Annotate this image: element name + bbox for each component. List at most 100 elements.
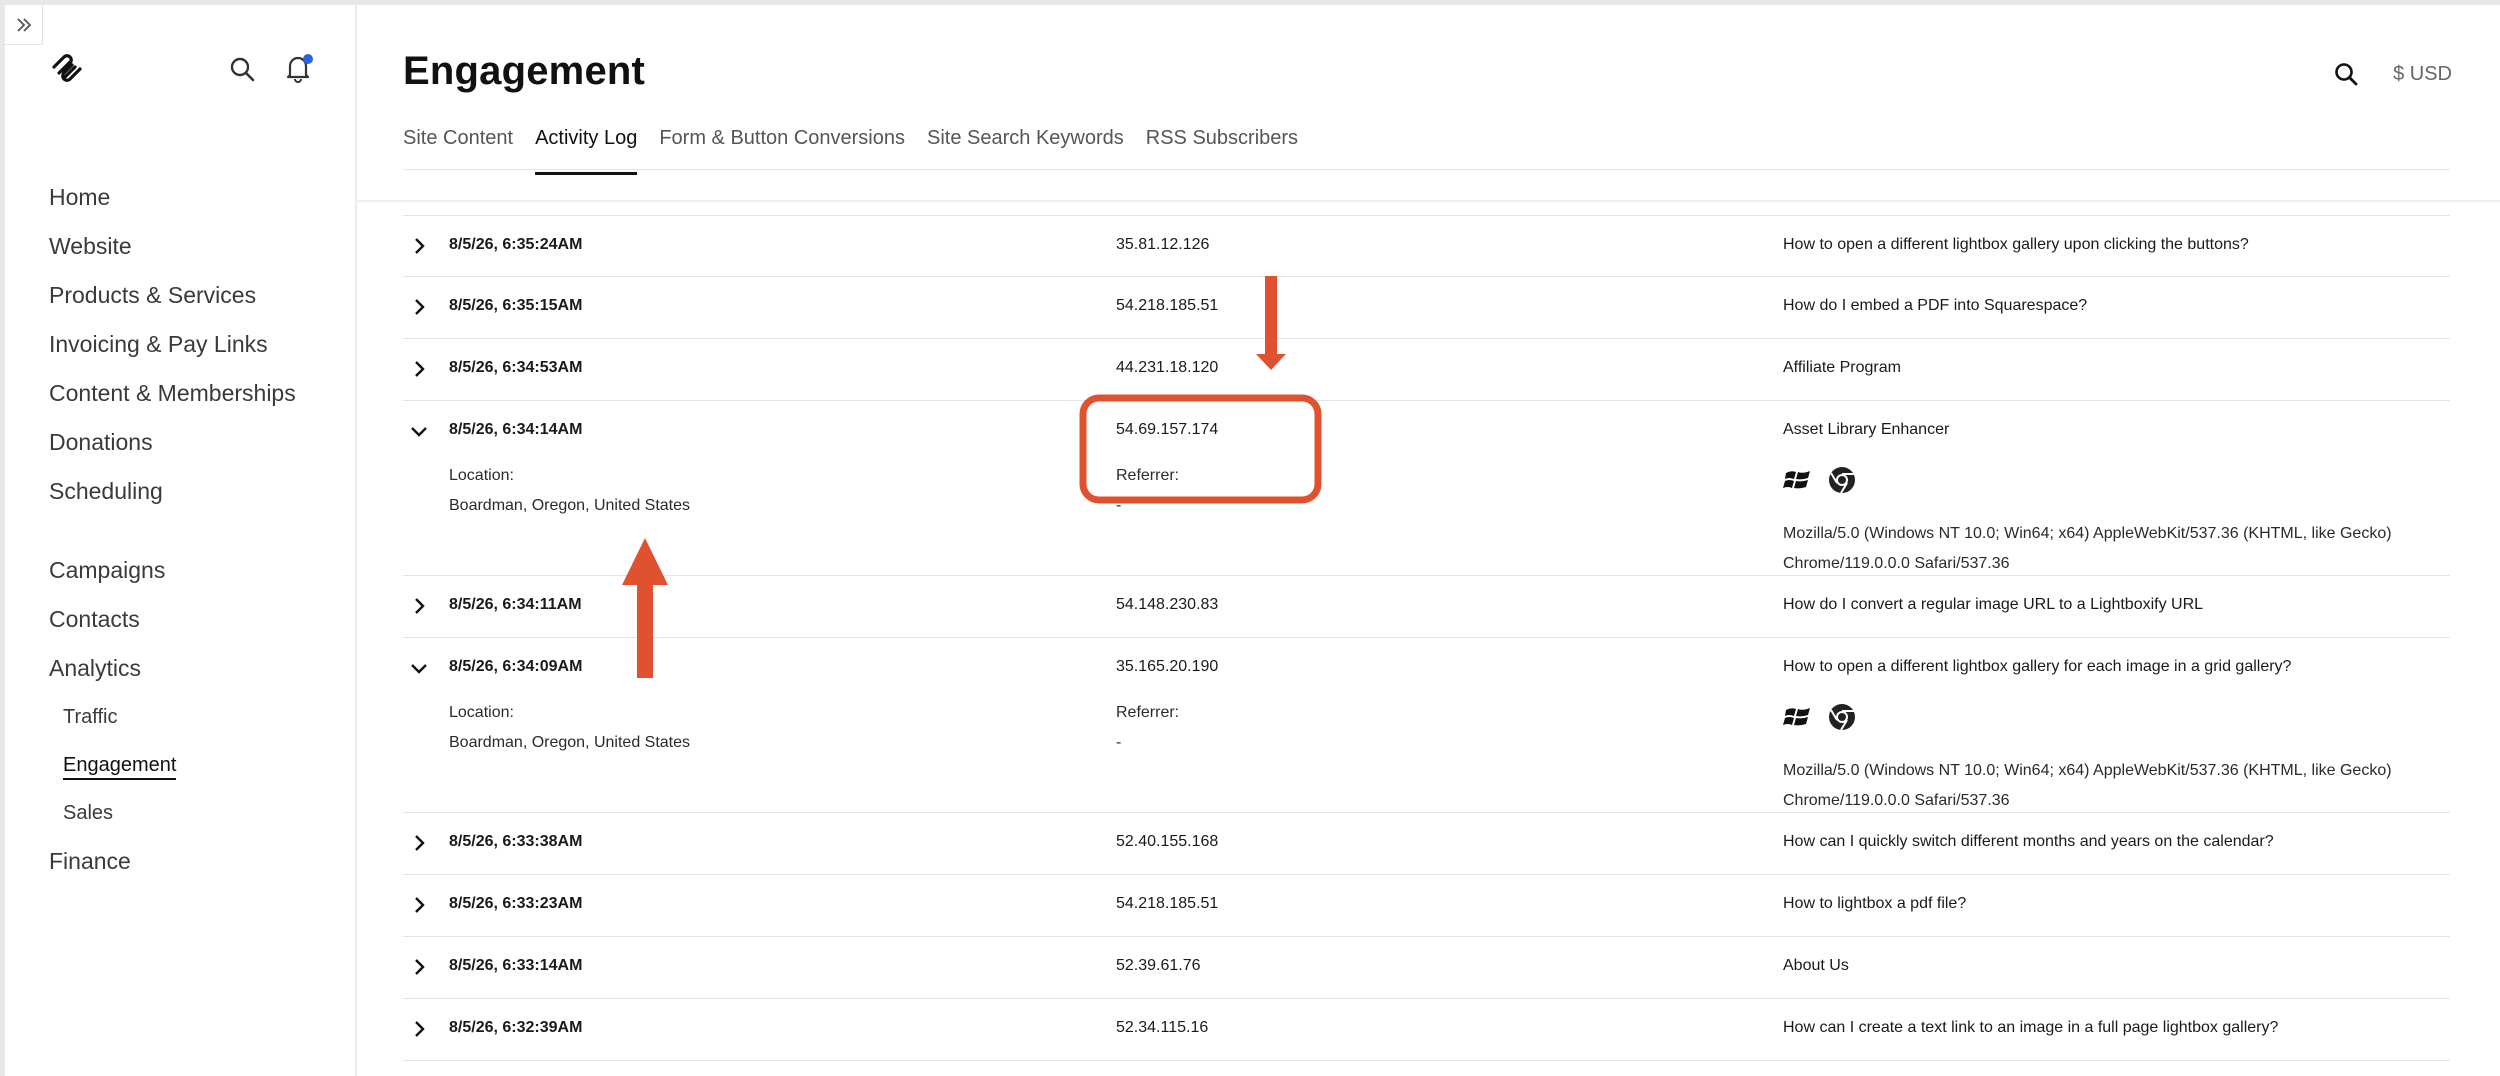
search-icon[interactable] xyxy=(227,54,257,84)
row-timestamp: 8/5/26, 6:33:14AM xyxy=(449,957,583,974)
row-page-title: How to open a different lightbox gallery… xyxy=(1783,658,2292,675)
table-row[interactable]: 8/5/26, 6:33:38AM 52.40.155.168 How can I … xyxy=(403,813,2450,875)
tab-site-search-keywords[interactable]: Site Search Keywords xyxy=(927,120,1124,175)
referrer-label: Referrer: xyxy=(1116,467,1180,484)
sidebar-item-home[interactable]: Home xyxy=(49,177,296,226)
chevron-right-icon[interactable] xyxy=(409,833,429,853)
tab-rss-subscribers[interactable]: RSS Subscribers xyxy=(1146,120,1298,175)
referrer-value: - xyxy=(1116,497,1122,514)
referrer-label: Referrer: xyxy=(1116,704,1180,721)
referrer-value: - xyxy=(1116,734,1122,751)
row-ip-address: 54.148.230.83 xyxy=(1116,596,1219,613)
chevron-right-icon[interactable] xyxy=(409,297,429,317)
sidebar-subitem-engagement[interactable]: Engagement xyxy=(49,745,296,793)
table-row[interactable]: 8/5/26, 6:34:14AM 54.69.157.174 Asset Libr… xyxy=(403,401,2450,576)
row-timestamp: 8/5/26, 6:33:23AM xyxy=(449,895,583,912)
row-timestamp: 8/5/26, 6:34:11AM xyxy=(449,596,582,613)
platform-icons xyxy=(1783,465,1857,495)
row-ip-address: 35.81.12.126 xyxy=(1116,236,1210,253)
notification-dot xyxy=(303,54,313,64)
sidebar-expand-button[interactable] xyxy=(5,5,43,45)
currency-selector[interactable]: $ USD xyxy=(2393,63,2452,86)
row-page-title: How to lightbox a pdf file? xyxy=(1783,895,1967,912)
sidebar-item-finance[interactable]: Finance xyxy=(49,841,296,890)
table-row[interactable]: 8/5/26, 6:35:15AM 54.218.185.51 How do I e… xyxy=(403,277,2450,339)
sidebar-item-campaigns[interactable]: Campaigns xyxy=(49,550,296,599)
windows-icon xyxy=(1783,471,1810,489)
user-agent-string: Mozilla/5.0 (Windows NT 10.0; Win64; x64… xyxy=(1783,525,2392,572)
sidebar-item-contacts[interactable]: Contacts xyxy=(49,599,296,648)
chevron-down-icon[interactable] xyxy=(409,658,429,678)
table-row[interactable]: 8/5/26, 6:34:09AM 35.165.20.190 How to ope… xyxy=(403,638,2450,813)
sidebar-subitem-label: Sales xyxy=(63,802,114,824)
sidebar: Home Website Products & Services Invoici… xyxy=(5,5,357,1076)
row-ip-address: 52.40.155.168 xyxy=(1116,833,1219,850)
chevron-right-icon[interactable] xyxy=(409,895,429,915)
chrome-icon xyxy=(1829,467,1855,494)
row-page-title: How do I embed a PDF into Squarespace? xyxy=(1783,297,2088,314)
sidebar-subitem-label: Traffic xyxy=(63,706,118,728)
location-label: Location: xyxy=(449,704,514,721)
table-row[interactable]: 8/5/26, 6:34:11AM 54.148.230.83 How do I c… xyxy=(403,576,2450,638)
tab-form-button-conversions[interactable]: Form & Button Conversions xyxy=(659,120,905,175)
location-value: Boardman, Oregon, United States xyxy=(449,734,691,751)
row-ip-address: 54.218.185.51 xyxy=(1116,297,1219,314)
squarespace-logo-icon[interactable] xyxy=(50,51,84,85)
sidebar-item-invoicing[interactable]: Invoicing & Pay Links xyxy=(49,324,296,373)
location-value: Boardman, Oregon, United States xyxy=(449,497,691,514)
table-row[interactable]: 8/5/26, 6:33:23AM 54.218.185.51 How to lig… xyxy=(403,875,2450,937)
table-row[interactable]: 8/5/26, 6:35:24AM 35.81.12.126 How to open… xyxy=(403,215,2450,277)
sidebar-expand-icon xyxy=(16,17,31,32)
sidebar-nav: Home Website Products & Services Invoici… xyxy=(49,177,296,890)
tab-bar: Site Content Activity Log Form & Button … xyxy=(403,120,1298,175)
row-timestamp: 8/5/26, 6:35:24AM xyxy=(449,236,583,253)
row-timestamp: 8/5/26, 6:32:39AM xyxy=(449,1019,583,1036)
row-page-title: How to open a different lightbox gallery… xyxy=(1783,236,2249,253)
sidebar-item-products-services[interactable]: Products & Services xyxy=(49,275,296,324)
row-page-title: Affiliate Program xyxy=(1783,359,1901,376)
header-actions: $ USD xyxy=(2333,61,2452,87)
row-ip-address: 52.34.115.16 xyxy=(1116,1019,1209,1036)
chevron-down-icon[interactable] xyxy=(409,421,429,441)
main-content: Engagement $ USD Site Content Activity L… xyxy=(355,5,2500,1076)
row-timestamp: 8/5/26, 6:35:15AM xyxy=(449,297,583,314)
sidebar-subitem-sales[interactable]: Sales xyxy=(49,793,296,841)
row-page-title: How do I convert a regular image URL to … xyxy=(1783,596,2204,613)
sidebar-item-content-memberships[interactable]: Content & Memberships xyxy=(49,373,296,422)
row-ip-address: 52.39.61.76 xyxy=(1116,957,1201,974)
row-timestamp: 8/5/26, 6:34:53AM xyxy=(449,359,583,376)
sidebar-subitem-label: Engagement xyxy=(63,754,177,780)
row-ip-address: 54.218.185.51 xyxy=(1116,895,1219,912)
chevron-right-icon[interactable] xyxy=(409,596,429,616)
row-timestamp: 8/5/26, 6:34:09AM xyxy=(449,658,583,675)
row-ip-address: 54.69.157.174 xyxy=(1116,421,1219,438)
search-icon[interactable] xyxy=(2333,61,2359,87)
chevron-right-icon[interactable] xyxy=(409,957,429,977)
tab-site-content[interactable]: Site Content xyxy=(403,120,513,175)
chevron-right-icon[interactable] xyxy=(409,1019,429,1039)
table-row[interactable]: 8/5/26, 6:32:39AM 52.34.115.16 How can I c… xyxy=(403,999,2450,1061)
sidebar-item-scheduling[interactable]: Scheduling xyxy=(49,471,296,520)
sidebar-item-analytics[interactable]: Analytics xyxy=(49,648,296,697)
tabs-divider xyxy=(403,169,2450,170)
sidebar-subitem-traffic[interactable]: Traffic xyxy=(49,697,296,745)
table-row[interactable]: 8/5/26, 6:33:14AM 52.39.61.76 About Us xyxy=(403,937,2450,999)
location-label: Location: xyxy=(449,467,514,484)
row-page-title: About Us xyxy=(1783,957,1849,974)
windows-icon xyxy=(1783,708,1810,726)
table-row[interactable]: 8/5/26, 6:34:53AM 44.231.18.120 Affiliate … xyxy=(403,339,2450,401)
page-title: Engagement xyxy=(403,49,646,93)
tab-activity-log[interactable]: Activity Log xyxy=(535,120,638,175)
row-timestamp: 8/5/26, 6:34:14AM xyxy=(449,421,583,438)
bell-icon[interactable] xyxy=(281,51,315,85)
row-page-title: How can I quickly switch different month… xyxy=(1783,833,2274,850)
chrome-icon xyxy=(1829,704,1855,731)
chevron-right-icon[interactable] xyxy=(409,359,429,379)
sidebar-item-website[interactable]: Website xyxy=(49,226,296,275)
chevron-right-icon[interactable] xyxy=(409,236,429,256)
row-ip-address: 35.165.20.190 xyxy=(1116,658,1219,675)
user-agent-string: Mozilla/5.0 (Windows NT 10.0; Win64; x64… xyxy=(1783,762,2392,809)
sidebar-item-donations[interactable]: Donations xyxy=(49,422,296,471)
platform-icons xyxy=(1783,702,1857,732)
